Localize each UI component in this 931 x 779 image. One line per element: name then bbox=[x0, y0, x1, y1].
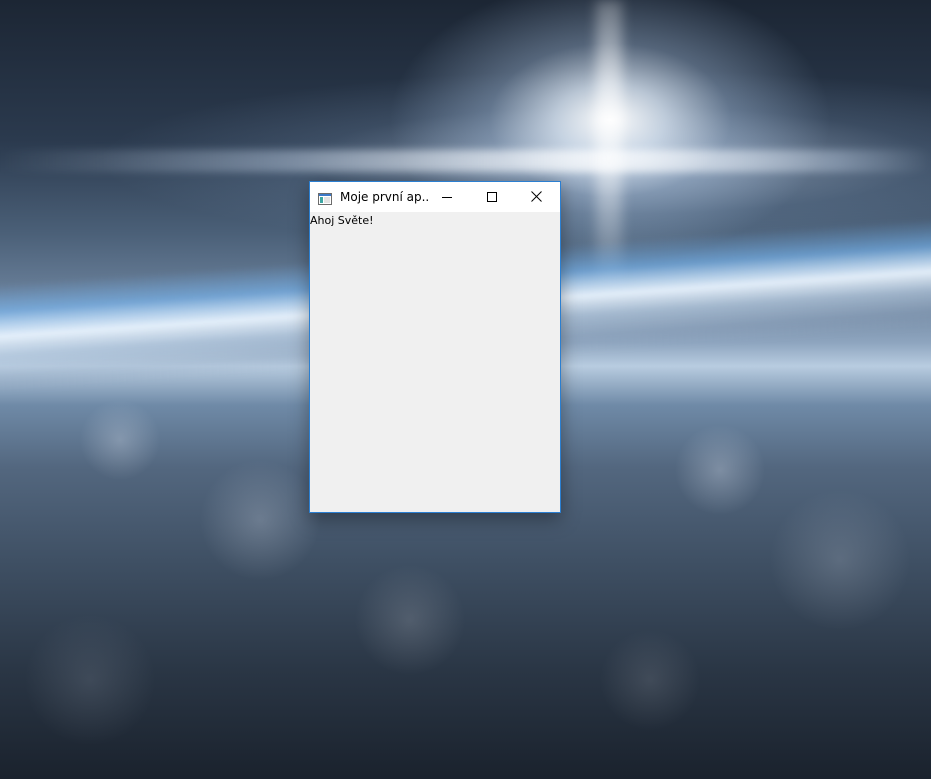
app-window[interactable]: Moje první ap... Ahoj Světe! bbox=[309, 181, 561, 513]
minimize-button[interactable] bbox=[424, 182, 469, 211]
window-titlebar[interactable]: Moje první ap... bbox=[310, 182, 560, 212]
window-title: Moje první ap... bbox=[340, 190, 430, 204]
close-icon bbox=[531, 187, 542, 206]
light-streak-horizontal bbox=[0, 150, 931, 172]
greeting-label: Ahoj Světe! bbox=[310, 214, 374, 227]
minimize-icon bbox=[441, 187, 452, 206]
window-client-area: Ahoj Světe! bbox=[310, 212, 560, 512]
app-window-icon[interactable] bbox=[318, 190, 332, 205]
maximize-button[interactable] bbox=[469, 182, 514, 211]
maximize-icon bbox=[486, 187, 497, 206]
close-button[interactable] bbox=[514, 182, 559, 211]
